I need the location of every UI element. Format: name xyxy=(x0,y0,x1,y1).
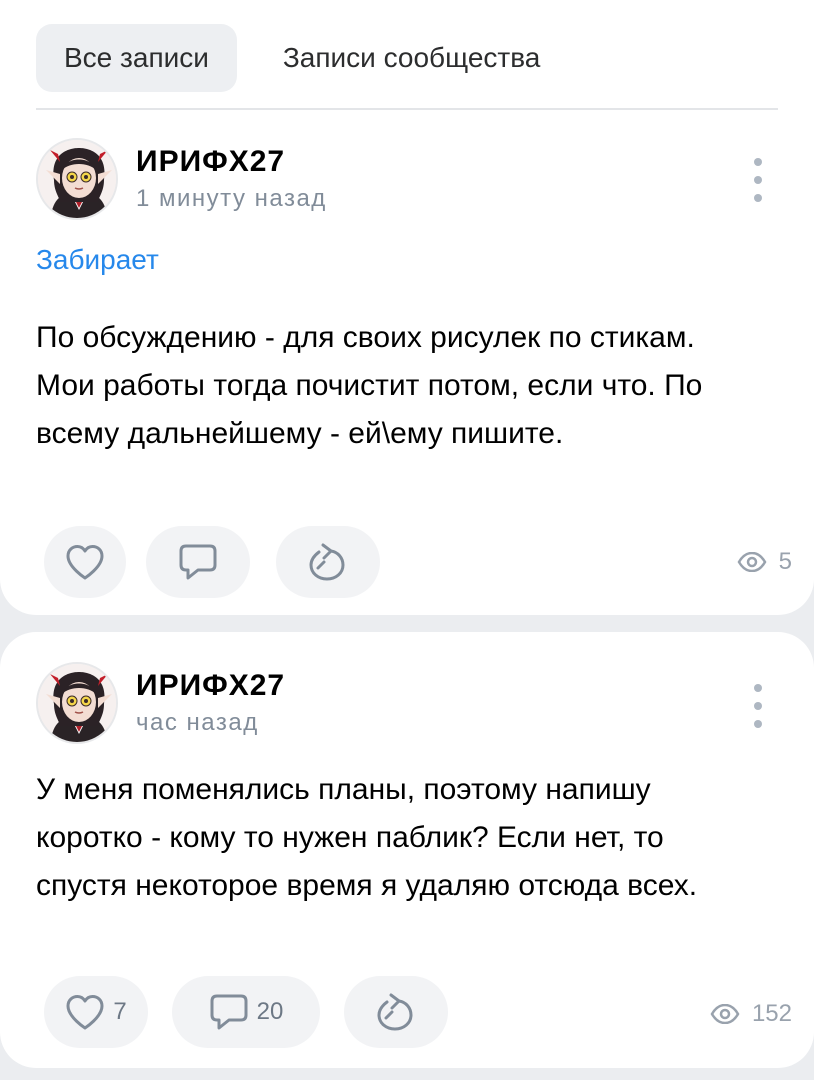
post-actions: 7 20 xyxy=(44,976,448,1048)
avatar[interactable] xyxy=(36,138,118,220)
comment-count: 20 xyxy=(256,998,284,1025)
more-options-button[interactable] xyxy=(748,684,768,728)
heart-icon xyxy=(66,545,104,580)
share-arrow-icon xyxy=(309,543,345,581)
tab-community-posts[interactable]: Записи сообщества xyxy=(255,24,568,92)
post-header: ИРИФХ27 час назад xyxy=(36,662,285,744)
post-header: ИРИФХ27 1 минуту назад xyxy=(36,138,327,220)
post-actions xyxy=(44,526,380,598)
more-dot-icon xyxy=(754,720,762,728)
like-button[interactable] xyxy=(44,526,126,598)
author-name[interactable]: ИРИФХ27 xyxy=(136,668,285,704)
avatar[interactable] xyxy=(36,662,118,744)
heart-icon xyxy=(66,995,104,1030)
post-card: ИРИФХ27 час назад У меня поменялись план… xyxy=(0,632,814,1068)
more-dot-icon xyxy=(754,176,762,184)
share-arrow-icon xyxy=(377,993,413,1031)
more-dot-icon xyxy=(754,194,762,202)
post-card: Все записи Записи сообщества ИРИФХ27 1 м… xyxy=(0,0,814,615)
like-button[interactable]: 7 xyxy=(44,976,148,1048)
share-button[interactable] xyxy=(276,526,380,598)
author-name[interactable]: ИРИФХ27 xyxy=(136,144,327,180)
post-time[interactable]: 1 минуту назад xyxy=(136,184,327,214)
post-text: У меня поменялись планы, поэтому напишу … xyxy=(36,773,698,902)
share-button[interactable] xyxy=(344,976,448,1048)
views-counter: 152 xyxy=(710,1000,792,1028)
views-count: 5 xyxy=(778,548,792,575)
views-counter: 5 xyxy=(737,548,792,576)
eye-icon xyxy=(737,552,767,572)
views-count: 152 xyxy=(751,1000,792,1027)
feed-tabs: Все записи Записи сообщества xyxy=(36,24,568,92)
like-count: 7 xyxy=(113,998,127,1025)
comment-bubble-icon xyxy=(179,544,217,580)
post-text: По обсуждению - для своих рисулек по сти… xyxy=(36,321,703,450)
eye-icon xyxy=(710,1004,740,1024)
author-block: ИРИФХ27 1 минуту назад xyxy=(136,144,327,214)
post-time[interactable]: час назад xyxy=(136,708,285,738)
more-dot-icon xyxy=(754,702,762,710)
more-dot-icon xyxy=(754,684,762,692)
tab-all-posts[interactable]: Все записи xyxy=(36,24,237,92)
more-dot-icon xyxy=(754,158,762,166)
author-block: ИРИФХ27 час назад xyxy=(136,668,285,738)
more-options-button[interactable] xyxy=(748,158,768,202)
comment-bubble-icon xyxy=(210,994,248,1030)
tabs-divider xyxy=(36,108,778,110)
source-link[interactable]: Забирает xyxy=(36,244,159,276)
comment-button[interactable]: 20 xyxy=(172,976,320,1048)
comment-button[interactable] xyxy=(146,526,250,598)
